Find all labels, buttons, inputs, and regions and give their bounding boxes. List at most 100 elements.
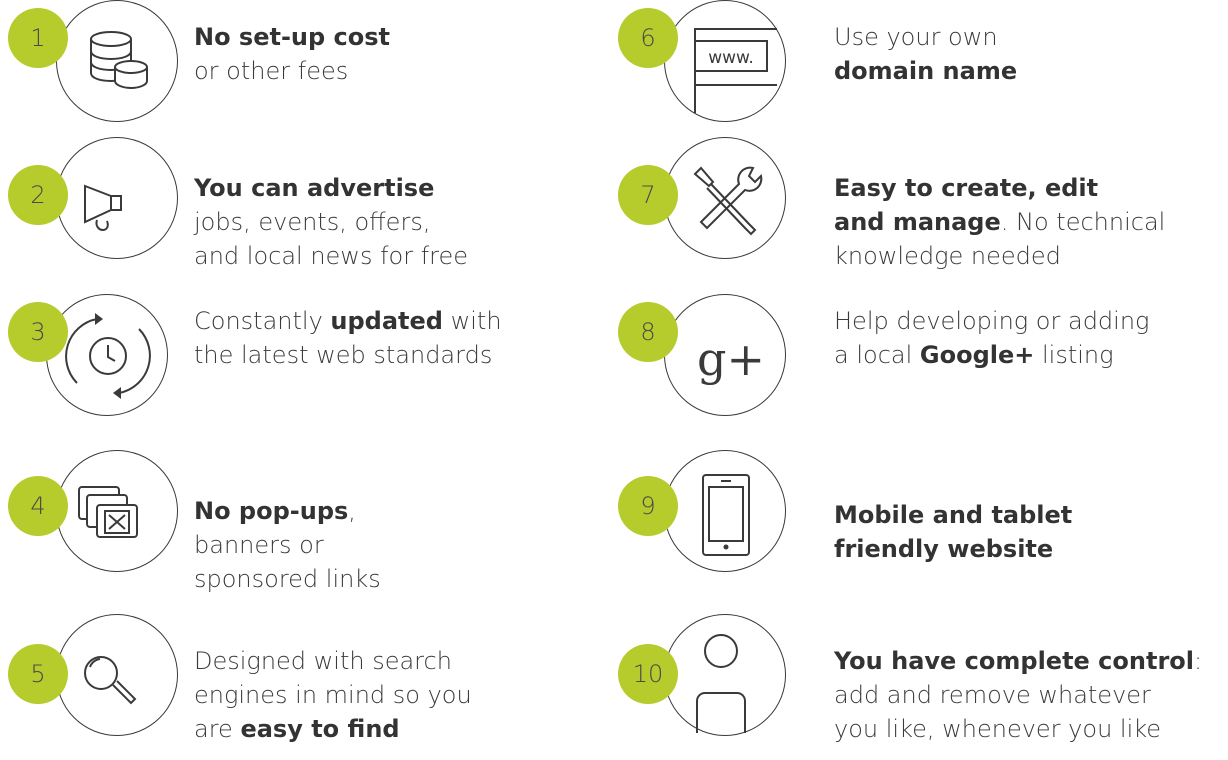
icon-circle: g+ xyxy=(664,294,786,416)
number-badge: 10 xyxy=(618,644,678,704)
feature-line: or other fees xyxy=(194,54,390,88)
feature-run: with xyxy=(442,307,502,335)
feature-run: , xyxy=(348,497,356,525)
feature-text: Use your own domain name xyxy=(834,20,1017,88)
number-badge: 7 xyxy=(618,165,678,225)
feature-highlight: No pop-ups xyxy=(194,497,349,525)
feature-run: a local xyxy=(834,341,920,369)
feature-run: Constantly xyxy=(194,307,331,335)
feature-highlight: easy to find xyxy=(240,715,400,743)
number-badge: 6 xyxy=(618,8,678,68)
feature-run: engines in mind so you xyxy=(194,681,472,709)
feature-run: Help developing or adding xyxy=(834,307,1150,335)
feature-run: add and remove whatever xyxy=(834,681,1151,709)
feature-run: jobs, events, offers, xyxy=(194,208,431,236)
feature-line: and manage. No technical xyxy=(834,205,1165,239)
feature-highlight: Mobile and tablet xyxy=(834,501,1073,529)
feature-highlight: You have complete control xyxy=(834,647,1194,675)
google-plus-icon: g+ xyxy=(697,332,765,386)
feature-line: the latest web standards xyxy=(194,338,502,372)
tablet-icon xyxy=(702,474,750,556)
icon-circle xyxy=(56,0,178,122)
feature-run: and local news for free xyxy=(194,242,469,270)
feature-text: Mobile and tablet friendly website xyxy=(834,498,1072,566)
feature-line: Designed with search xyxy=(194,644,472,678)
feature-line: engines in mind so you xyxy=(194,678,472,712)
feature-line: You have complete control: xyxy=(834,644,1202,678)
browser-www-icon: www. xyxy=(694,28,777,113)
feature-run: listing xyxy=(1034,341,1114,369)
feature-run: banners or xyxy=(194,531,324,559)
feature-line: Easy to create, edit xyxy=(834,171,1165,205)
icon-circle xyxy=(56,450,178,572)
feature-line: and local news for free xyxy=(194,239,468,273)
number-badge: 2 xyxy=(8,165,68,225)
feature-line: Help developing or adding xyxy=(834,304,1149,338)
icon-circle xyxy=(56,614,178,736)
feature-line: banners or xyxy=(194,528,381,562)
feature-text: Easy to create, edit and manage. No techn… xyxy=(834,171,1165,273)
number-badge: 8 xyxy=(618,302,678,362)
feature-highlight: You can advertise xyxy=(194,174,435,202)
feature-line: add and remove whatever xyxy=(834,678,1202,712)
feature-text: Designed with search engines in mind so y… xyxy=(194,644,472,746)
feature-item-6: www. 6 Use your own domain name xyxy=(614,0,1214,140)
number-badge: 4 xyxy=(8,476,68,536)
feature-highlight: friendly website xyxy=(834,535,1054,563)
feature-run: Designed with search xyxy=(194,647,452,675)
gplus-label: g+ xyxy=(697,332,765,386)
feature-item-3: 3 Constantly updated with the latest web … xyxy=(0,294,600,434)
feature-text: No pop-ups, banners or sponsored links xyxy=(194,494,381,596)
feature-item-2: 2 You can advertise jobs, events, offers,… xyxy=(0,137,600,277)
feature-text: Help developing or adding a local Google+… xyxy=(834,304,1149,372)
feature-line: You can advertise xyxy=(194,171,468,205)
feature-line: No pop-ups, xyxy=(194,494,381,528)
icon-circle xyxy=(56,137,178,259)
feature-run: knowledge needed xyxy=(834,242,1061,270)
feature-run: are xyxy=(194,715,241,743)
feature-highlight: updated xyxy=(330,307,443,335)
user-icon xyxy=(696,634,746,733)
feature-run: you like, whenever you like xyxy=(834,715,1162,743)
clock-refresh-icon xyxy=(65,313,151,399)
number-badge: 9 xyxy=(618,476,678,536)
icon-circle xyxy=(46,294,168,416)
feature-line: are easy to find xyxy=(194,712,472,746)
feature-item-8: g+ 8 Help developing or adding a local Go… xyxy=(614,294,1214,434)
feature-run: : xyxy=(1194,647,1203,675)
feature-line: Use your own xyxy=(834,20,1017,54)
feature-item-1: 1 No set-up cost or other fees xyxy=(0,0,600,140)
feature-line: knowledge needed xyxy=(834,239,1165,273)
www-label: www. xyxy=(708,48,754,68)
feature-run: sponsored links xyxy=(194,565,381,593)
feature-run: Use your own xyxy=(834,23,998,51)
tools-icon xyxy=(693,166,763,236)
feature-line: a local Google+ listing xyxy=(834,338,1149,372)
feature-line: domain name xyxy=(834,54,1017,88)
feature-line: friendly website xyxy=(834,532,1072,566)
feature-line: Mobile and tablet xyxy=(834,498,1072,532)
number-badge: 5 xyxy=(8,644,68,704)
feature-highlight: and manage xyxy=(834,208,1001,236)
feature-item-10: 10 You have complete control: add and rem… xyxy=(614,606,1214,746)
feature-run: or other fees xyxy=(194,57,349,85)
megaphone-icon xyxy=(84,184,122,232)
feature-item-9: 9 Mobile and tablet friendly website xyxy=(614,446,1214,586)
feature-run: . No technical xyxy=(1000,208,1166,236)
icon-circle xyxy=(664,137,786,259)
feature-line: No set-up cost xyxy=(194,20,390,54)
feature-highlight: No set-up cost xyxy=(194,23,391,51)
coins-stack-icon xyxy=(90,31,148,90)
feature-highlight: Google+ xyxy=(919,341,1035,369)
feature-line: you like, whenever you like xyxy=(834,712,1202,746)
feature-text: You have complete control: add and remove… xyxy=(834,644,1202,746)
feature-item-5: 5 Designed with search engines in mind so… xyxy=(0,606,600,746)
icon-circle xyxy=(664,614,786,736)
feature-item-4: 4 No pop-ups, banners or sponsored links xyxy=(0,446,600,593)
feature-line: Constantly updated with xyxy=(194,304,502,338)
feature-line: sponsored links xyxy=(194,562,381,596)
number-badge: 1 xyxy=(8,8,68,68)
feature-item-7: 7 Easy to create, edit and manage. No tec… xyxy=(614,137,1214,277)
feature-highlight: Easy to create, edit xyxy=(834,174,1099,202)
icon-circle: www. xyxy=(664,0,786,122)
